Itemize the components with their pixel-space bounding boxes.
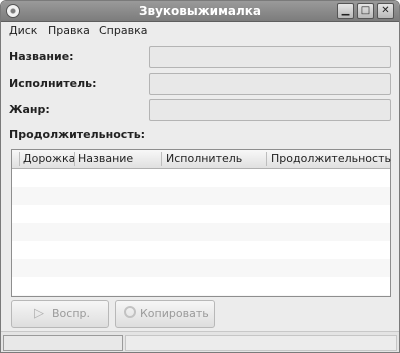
column-title[interactable]: Название [78,152,133,165]
album-title-label: Название: [9,50,74,63]
column-duration[interactable]: Продолжительность [271,152,391,165]
maximize-icon: □ [360,5,371,16]
track-list-header: Дорожка Название Исполнитель Продолжител… [12,150,391,169]
track-list[interactable]: Дорожка Название Исполнитель Продолжител… [11,149,391,297]
maximize-button[interactable]: □ [357,3,374,19]
column-separator [74,152,75,166]
progress-bar [3,335,123,351]
minimize-icon: ▁ [341,5,350,16]
app-window: Звуковыжималка ▁ □ ✕ Диск Правка Справка… [0,0,400,353]
column-separator [266,152,267,166]
genre-label: Жанр: [9,103,50,116]
duration-label: Продолжительность: [9,128,146,141]
column-separator [161,152,162,166]
menu-help[interactable]: Справка [99,24,147,37]
track-list-body[interactable] [12,169,390,296]
menu-disk[interactable]: Диск [9,24,37,37]
artist-label: Исполнитель: [9,77,97,90]
column-artist[interactable]: Исполнитель [166,152,242,165]
column-track[interactable]: Дорожка [23,152,75,165]
menu-edit[interactable]: Правка [48,24,90,37]
title-bar[interactable]: Звуковыжималка ▁ □ ✕ [1,1,399,22]
play-button-label: Воспр. [52,307,90,320]
menu-disk-label: Диск [9,24,38,37]
play-button[interactable]: ▷ Воспр. [11,300,109,328]
status-bar [1,331,399,352]
close-button[interactable]: ✕ [377,3,394,19]
artist-input[interactable] [149,73,391,95]
column-separator [19,152,20,166]
album-title-input[interactable] [149,46,391,68]
menu-help-label: Справка [99,24,148,37]
status-text [125,335,397,351]
minimize-button[interactable]: ▁ [337,3,354,19]
copy-disc-icon [124,306,136,318]
copy-button[interactable]: Копировать [115,300,215,328]
close-icon: ✕ [381,5,390,16]
menu-bar: Диск Правка Справка [1,22,399,40]
genre-input[interactable] [149,99,391,121]
play-icon: ▷ [34,306,44,321]
menu-edit-label: Правка [48,24,90,37]
copy-button-label: Копировать [140,307,209,320]
